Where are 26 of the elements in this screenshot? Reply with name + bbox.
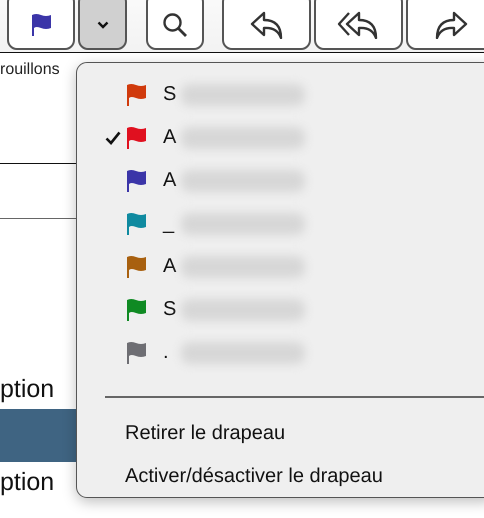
- row-text[interactable]: ption: [0, 374, 54, 404]
- reply-all-button[interactable]: [314, 0, 403, 50]
- item-label: S: [163, 298, 173, 321]
- menu-action[interactable]: Activer/désactiver le drapeau: [77, 455, 484, 498]
- menu-item[interactable]: _: [77, 202, 484, 245]
- search-button[interactable]: [146, 0, 204, 50]
- item-label: S: [163, 83, 173, 106]
- row-text[interactable]: ption: [0, 467, 54, 497]
- item-label: _: [163, 212, 173, 235]
- menu-item[interactable]: A: [77, 159, 484, 202]
- menu-item[interactable]: S: [77, 288, 484, 331]
- chevron-icon: [96, 21, 108, 29]
- forward-button[interactable]: [406, 0, 484, 50]
- menu-item[interactable]: A: [77, 116, 484, 159]
- menu-item[interactable]: A: [77, 245, 484, 288]
- menu-item[interactable]: .: [77, 331, 484, 374]
- reply-button[interactable]: [222, 0, 311, 50]
- menu-action[interactable]: Retirer le drapeau: [77, 412, 484, 455]
- flag-icon: [30, 13, 52, 37]
- folder-label: rouillons: [0, 61, 60, 79]
- search-icon: [162, 12, 188, 38]
- item-label: .: [163, 341, 170, 364]
- reply-icon: [248, 11, 284, 39]
- flag-button[interactable]: [7, 0, 75, 50]
- dropdown-button[interactable]: [78, 0, 127, 50]
- menu-item[interactable]: S: [77, 73, 484, 116]
